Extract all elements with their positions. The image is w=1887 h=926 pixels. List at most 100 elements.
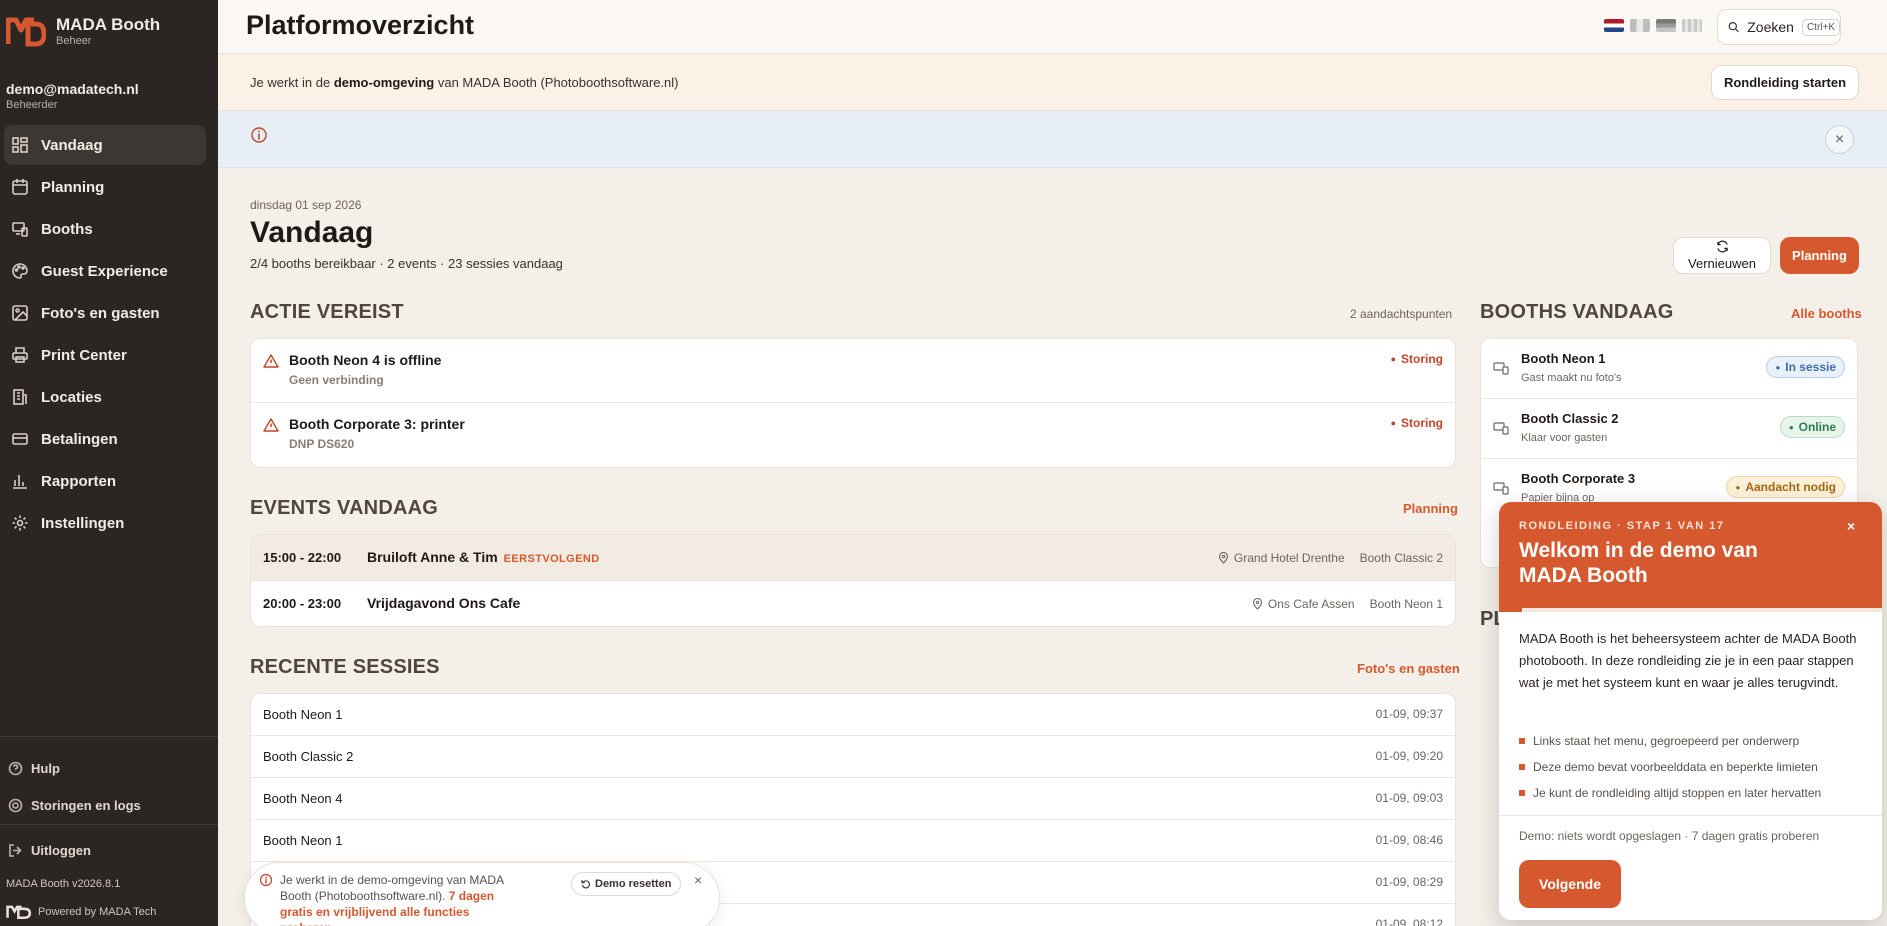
nav-item-fotos[interactable]: Foto's en gasten	[4, 293, 206, 333]
session-time: 01-09, 08:29	[1375, 875, 1443, 889]
printer-icon	[12, 347, 28, 363]
status-badge: Storing	[1391, 352, 1443, 366]
booth-name: Booth Corporate 3	[1521, 471, 1636, 486]
events-card: 15:00 - 22:00 Bruiloft Anne & Tim EERSTVO…	[250, 534, 1456, 627]
flag-nl-icon[interactable]	[1604, 19, 1624, 32]
toast-text: Je werkt in de demo-omgeving van MADA Bo…	[280, 872, 520, 926]
nav-label: Print Center	[41, 346, 127, 364]
nav-item-print-center[interactable]: Print Center	[4, 335, 206, 375]
info-icon	[251, 127, 267, 143]
session-row[interactable]: Booth Classic 2 01-09, 09:20	[251, 736, 1455, 778]
session-row[interactable]: Booth Neon 1 01-09, 08:46	[251, 820, 1455, 862]
powered-by[interactable]: Powered by MADA Tech	[6, 905, 156, 919]
mada-tech-logo-icon	[6, 905, 32, 919]
main-nav: Vandaag Planning Booths Guest Experience…	[0, 125, 218, 545]
user-email: demo@madatech.nl	[6, 81, 139, 97]
info-icon	[259, 873, 273, 887]
logout-label: Uitloggen	[31, 843, 91, 858]
refresh-button[interactable]: Vernieuwen	[1673, 237, 1771, 274]
event-booth: Booth Neon 1	[1369, 597, 1443, 611]
event-name: Bruiloft Anne & Tim EERSTVOLGEND	[367, 549, 600, 565]
sessions-photos-link[interactable]: Foto's en gasten	[1357, 661, 1460, 676]
user-role: Beheerder	[6, 99, 58, 111]
event-item[interactable]: 20:00 - 23:00 Vrijdagavond Ons Cafe Ons …	[251, 581, 1455, 626]
demo-toast: Je werkt in de demo-omgeving van MADA Bo…	[244, 862, 720, 926]
alert-subtitle: Geen verbinding	[289, 373, 384, 387]
demo-banner: Je werkt in de demo-omgeving van MADA Bo…	[218, 55, 1887, 111]
tour-title: Welkom in de demo van MADA Booth	[1519, 539, 1758, 587]
session-booth: Booth Neon 4	[263, 791, 343, 806]
planning-button[interactable]: Planning	[1780, 237, 1859, 274]
session-row[interactable]: Booth Neon 4 01-09, 09:03	[251, 778, 1455, 820]
nav-label: Guest Experience	[41, 262, 168, 280]
event-time: 20:00 - 23:00	[263, 596, 342, 611]
session-row[interactable]: Booth Neon 1 01-09, 09:37	[251, 694, 1455, 736]
search-button[interactable]: Zoeken Ctrl+K	[1717, 9, 1841, 45]
powered-label: Powered by MADA Tech	[38, 906, 157, 918]
flag-uk-icon[interactable]	[1682, 19, 1702, 32]
event-location-text: Ons Cafe Assen	[1267, 597, 1355, 611]
search-label: Zoeken	[1747, 19, 1794, 35]
help-label: Hulp	[31, 761, 60, 776]
logout-link[interactable]: Uitloggen	[8, 843, 91, 858]
alert-item[interactable]: Booth Neon 4 is offline Geen verbinding …	[251, 339, 1455, 403]
refresh-icon	[1716, 240, 1728, 253]
actions-count: 2 aandachtspunten	[1350, 307, 1453, 321]
demo-banner-suffix: van MADA Booth (Photoboothsoftware.nl)	[434, 75, 679, 90]
booth-item[interactable]: Booth Neon 1 Gast maakt nu foto's In ses…	[1481, 339, 1857, 399]
status-badge: Online	[1779, 416, 1845, 438]
alert-title: Booth Corporate 3: printer	[289, 416, 465, 432]
all-booths-link[interactable]: Alle booths	[1791, 306, 1862, 321]
nav-item-rapporten[interactable]: Rapporten	[4, 461, 206, 501]
tour-next-button[interactable]: Volgende	[1519, 860, 1621, 908]
logs-link[interactable]: Storingen en logs	[8, 798, 141, 813]
nav-item-planning[interactable]: Planning	[4, 167, 206, 207]
sidebar-divider	[0, 824, 218, 825]
nav-item-betalingen[interactable]: Betalingen	[4, 419, 206, 459]
close-icon[interactable]: ×	[1825, 125, 1854, 154]
current-date: dinsdag 01 sep 2026	[250, 198, 362, 212]
event-item[interactable]: 15:00 - 22:00 Bruiloft Anne & Tim EERSTVO…	[251, 535, 1455, 581]
session-time: 01-09, 08:46	[1375, 833, 1443, 847]
warning-icon	[263, 354, 279, 368]
nav-item-booths[interactable]: Booths	[4, 209, 206, 249]
events-title: EVENTS VANDAAG	[250, 497, 439, 519]
nav-item-guest-experience[interactable]: Guest Experience	[4, 251, 206, 291]
tour-header: RONDLEIDING · STAP 1 VAN 17 Welkom in de…	[1499, 502, 1882, 608]
nav-label: Foto's en gasten	[41, 304, 160, 322]
alert-subtitle: DNP DS620	[289, 437, 355, 451]
mada-logo-icon	[6, 17, 46, 47]
booth-status-text: Gast maakt nu foto's	[1521, 372, 1622, 384]
tour-bullet: Deze demo bevat voorbeelddata en beperkt…	[1519, 754, 1869, 780]
nav-item-instellingen[interactable]: Instellingen	[4, 503, 206, 543]
help-link[interactable]: Hulp	[8, 761, 60, 776]
close-icon[interactable]: ×	[1847, 518, 1855, 534]
language-switcher	[1604, 19, 1702, 32]
top-header: Platformoverzicht Zoeken Ctrl+K	[218, 0, 1887, 54]
devices-icon	[1493, 422, 1509, 435]
tour-bullets: Links staat het menu, gegroepeerd per on…	[1519, 728, 1869, 806]
flag-fr-icon[interactable]	[1630, 19, 1650, 32]
demo-banner-text: Je werkt in de demo-omgeving van MADA Bo…	[250, 75, 678, 90]
map-pin-icon	[1218, 552, 1228, 564]
booth-item[interactable]: Booth Classic 2 Klaar voor gasten Online	[1481, 399, 1857, 459]
event-location-text: Grand Hotel Drenthe	[1233, 551, 1345, 565]
close-icon[interactable]: ×	[694, 872, 702, 888]
devices-icon	[12, 222, 28, 237]
events-planning-link[interactable]: Planning	[1403, 501, 1458, 516]
alert-item[interactable]: Booth Corporate 3: printer DNP DS620 Sto…	[251, 403, 1455, 467]
demo-reset-button[interactable]: Demo resetten	[571, 872, 682, 896]
demo-banner-prefix: Je werkt in de	[250, 75, 334, 90]
nav-item-vandaag[interactable]: Vandaag	[4, 125, 206, 165]
nav-label: Booths	[41, 220, 93, 238]
brand[interactable]: MADA Booth Beheer	[6, 14, 160, 48]
next-event-tag: EERSTVOLGEND	[503, 553, 600, 565]
tour-bullet: Links staat het menu, gegroepeerd per on…	[1519, 728, 1869, 754]
flag-de-icon[interactable]	[1656, 19, 1676, 32]
event-location: Grand Hotel Drenthe Booth Classic 2	[1218, 551, 1443, 565]
start-tour-button[interactable]: Rondleiding starten	[1711, 65, 1859, 100]
session-booth: Booth Classic 2	[263, 749, 354, 764]
sidebar-divider	[0, 736, 218, 737]
nav-item-locaties[interactable]: Locaties	[4, 377, 206, 417]
booth-status-text: Klaar voor gasten	[1521, 432, 1608, 444]
